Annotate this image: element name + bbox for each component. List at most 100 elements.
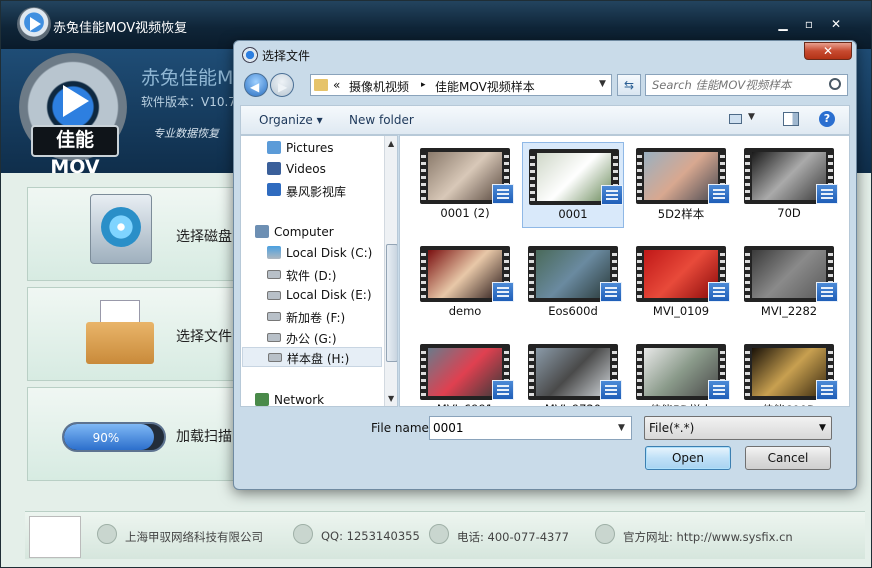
file-name: MVI_0109 <box>652 304 710 318</box>
search-box[interactable] <box>645 74 848 96</box>
website-link[interactable]: 官方网址: http://www.sysfix.cn <box>623 529 793 545</box>
dialog-app-icon <box>242 47 258 63</box>
video-file-icon <box>492 184 514 204</box>
video-thumbnail <box>636 344 730 400</box>
dialog-title: 选择文件 <box>262 49 311 63</box>
file-name: 佳能600D <box>738 402 840 406</box>
network-icon <box>255 393 269 406</box>
maximize-button[interactable]: ▫ <box>799 17 819 31</box>
brand-name: 赤兔佳能M <box>141 67 234 89</box>
qq-icon <box>293 524 313 544</box>
app-title: 赤兔佳能MOV视频恢复 <box>53 21 188 36</box>
scrollbar-thumb[interactable] <box>386 244 397 362</box>
file-item[interactable]: 佳能5D样本 <box>630 338 732 406</box>
toolbar: Organize ▾ New folder ▼ ? <box>240 105 850 135</box>
video-file-icon <box>708 184 730 204</box>
load-scan-label: 加载扫描 <box>176 429 232 445</box>
file-item[interactable]: 70D <box>738 142 840 228</box>
file-name: MVI_2282 <box>760 304 818 318</box>
file-item[interactable]: Eos600d <box>522 240 624 326</box>
nav-storm-library[interactable]: 暴风影视库 <box>241 180 381 200</box>
close-button[interactable]: ✕ <box>826 17 846 31</box>
search-input[interactable] <box>652 78 827 92</box>
file-name-input[interactable] <box>433 421 603 435</box>
drive-icon <box>268 353 282 362</box>
company-name: 上海甲驭网络科技有限公司 <box>125 530 263 544</box>
nav-computer[interactable]: Computer <box>241 222 381 242</box>
forward-button[interactable]: ▶ <box>270 73 294 97</box>
file-item[interactable]: 佳能600D <box>738 338 840 406</box>
select-disk-step[interactable]: 选择磁盘 <box>27 187 257 281</box>
breadcrumb-canon-mov-samples[interactable]: 佳能MOV视频样本 <box>435 78 535 95</box>
file-name: MVI_6991 <box>414 402 516 406</box>
system-drive-icon <box>267 246 281 259</box>
nav-scrollbar[interactable]: ▲ ▼ <box>384 136 397 406</box>
nav-drive-c[interactable]: Local Disk (C:) <box>241 243 381 263</box>
folder-icon <box>314 79 328 91</box>
video-thumbnail <box>529 149 623 205</box>
version-label: 软件版本：V10.7 <box>141 95 236 109</box>
open-button[interactable]: Open <box>645 446 731 470</box>
slogan: 专业数据恢复 <box>153 127 219 140</box>
dialog-close-button[interactable]: ✕ <box>804 42 852 60</box>
file-item[interactable]: 5D2样本 <box>630 142 732 228</box>
file-item[interactable]: 0001 <box>522 142 624 228</box>
organize-menu[interactable]: Organize ▾ <box>259 113 323 127</box>
video-thumbnail <box>636 246 730 302</box>
video-file-icon <box>492 380 514 400</box>
file-item[interactable]: demo <box>414 240 516 326</box>
select-file-dialog: 选择文件 ✕ ◀ ▶ « 摄像机视频 ▸ 佳能MOV视频样本 ▼ ⇆ Organ… <box>233 40 857 490</box>
preview-pane-button[interactable] <box>783 112 799 126</box>
search-icon[interactable] <box>829 78 841 90</box>
phone-number: 电话: 400-077-4377 <box>457 530 569 544</box>
cancel-button[interactable]: Cancel <box>745 446 831 470</box>
qq-number: QQ: 1253140355 <box>321 529 420 543</box>
change-view-button[interactable]: ▼ <box>729 112 759 128</box>
file-item[interactable]: MVI_9720 <box>522 338 624 406</box>
company-icon <box>97 524 117 544</box>
video-file-icon <box>600 282 622 302</box>
footer: 上海甲驭网络科技有限公司 QQ: 1253140355 电话: 400-077-… <box>25 511 865 559</box>
videos-icon <box>267 162 281 175</box>
chevron-down-icon: ▼ <box>748 112 755 122</box>
file-name: demo <box>448 304 482 318</box>
nav-drive-f[interactable]: 新加卷 (F:) <box>241 306 381 326</box>
scroll-down-icon[interactable]: ▼ <box>388 394 394 403</box>
video-file-icon <box>492 282 514 302</box>
load-scan-step[interactable]: 90% 加载扫描 <box>27 387 257 481</box>
file-type-select[interactable]: File(*.*) ▼ <box>644 416 832 440</box>
breadcrumb-camera-videos[interactable]: 摄像机视频 <box>349 78 409 95</box>
library-icon <box>267 183 281 196</box>
breadcrumb-separator-icon[interactable]: ▸ <box>421 80 426 90</box>
breadcrumb-overflow[interactable]: « <box>333 78 340 92</box>
nav-drive-d[interactable]: 软件 (D:) <box>241 264 381 284</box>
scan-progress-bar: 90% <box>62 422 166 452</box>
drive-icon <box>267 312 281 321</box>
nav-drive-e[interactable]: Local Disk (E:) <box>241 285 381 305</box>
file-item[interactable]: MVI_0109 <box>630 240 732 326</box>
refresh-button[interactable]: ⇆ <box>617 74 641 96</box>
nav-pictures[interactable]: Pictures <box>241 138 381 158</box>
file-name-combobox[interactable]: ▼ <box>429 416 632 440</box>
file-item[interactable]: MVI_2282 <box>738 240 840 326</box>
chevron-down-icon[interactable]: ▼ <box>618 423 625 433</box>
chevron-down-icon[interactable]: ▼ <box>599 79 606 89</box>
file-name: 5D2样本 <box>657 207 705 221</box>
address-bar[interactable]: « 摄像机视频 ▸ 佳能MOV视频样本 ▼ <box>310 74 612 96</box>
nav-drive-h[interactable]: 样本盘 (H:) <box>242 347 382 367</box>
scroll-up-icon[interactable]: ▲ <box>388 139 394 148</box>
video-thumbnail <box>744 344 838 400</box>
file-item[interactable]: MVI_6991 <box>414 338 516 406</box>
nav-videos[interactable]: Videos <box>241 159 381 179</box>
select-file-step[interactable]: 选择文件 <box>27 287 257 381</box>
back-button[interactable]: ◀ <box>244 73 268 97</box>
nav-network[interactable]: Network <box>241 390 381 406</box>
file-item[interactable]: 0001 (2) <box>414 142 516 228</box>
new-folder-button[interactable]: New folder <box>349 113 414 127</box>
nav-drive-g[interactable]: 办公 (G:) <box>241 327 381 347</box>
video-thumbnail <box>420 344 514 400</box>
help-icon[interactable]: ? <box>819 111 835 127</box>
minimize-button[interactable]: ▁ <box>773 17 793 31</box>
select-file-label: 选择文件 <box>176 329 232 345</box>
forward-arrow-icon: ▶ <box>278 80 288 94</box>
